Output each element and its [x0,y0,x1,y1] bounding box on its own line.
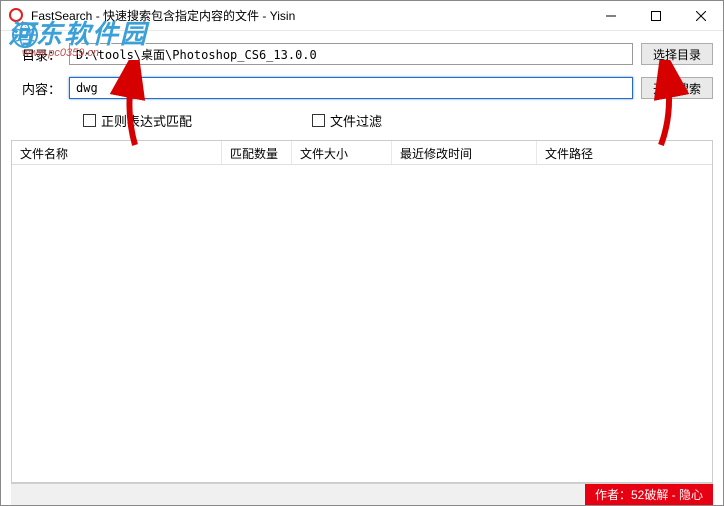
table-body[interactable] [12,165,712,482]
content-label: 内容： [11,79,61,98]
regex-checkbox-item[interactable]: 正则表达式匹配 [83,111,192,130]
minimize-icon [606,11,616,21]
window-controls [588,1,723,30]
content-input[interactable] [69,77,633,99]
column-mtime[interactable]: 最近修改时间 [392,141,537,164]
regex-checkbox[interactable] [83,114,96,127]
maximize-icon [651,11,661,21]
window-title: FastSearch - 快速搜索包含指定内容的文件 - Yisin [31,7,295,24]
status-credit: 作者：52破解 - 隐心 [585,484,713,505]
titlebar-left: FastSearch - 快速搜索包含指定内容的文件 - Yisin [1,7,295,24]
regex-checkbox-label: 正则表达式匹配 [101,111,192,130]
minimize-button[interactable] [588,1,633,30]
directory-label: 目录： [11,45,61,64]
directory-input[interactable] [69,43,633,65]
table-header: 文件名称 匹配数量 文件大小 最近修改时间 文件路径 [12,141,712,165]
column-filesize[interactable]: 文件大小 [292,141,392,164]
file-filter-checkbox-label: 文件过滤 [330,111,382,130]
column-match-count[interactable]: 匹配数量 [222,141,292,164]
maximize-button[interactable] [633,1,678,30]
choose-directory-button[interactable]: 选择目录 [641,43,713,65]
results-table: 文件名称 匹配数量 文件大小 最近修改时间 文件路径 [11,140,713,483]
options-row: 正则表达式匹配 文件过滤 [11,111,713,130]
directory-row: 目录： 选择目录 [11,43,713,65]
close-icon [696,11,706,21]
start-search-button[interactable]: 开始搜索 [641,77,713,99]
file-filter-checkbox[interactable] [312,114,325,127]
status-bar: 作者：52破解 - 隐心 [11,483,713,505]
client-area: 目录： 选择目录 内容： 开始搜索 正则表达式匹配 文件过滤 文件名称 匹配数量… [1,31,723,505]
close-button[interactable] [678,1,723,30]
column-path[interactable]: 文件路径 [537,141,712,164]
column-filename[interactable]: 文件名称 [12,141,222,164]
app-icon [9,8,25,24]
app-window: FastSearch - 快速搜索包含指定内容的文件 - Yisin 目录： 选… [1,1,723,505]
titlebar[interactable]: FastSearch - 快速搜索包含指定内容的文件 - Yisin [1,1,723,31]
content-row: 内容： 开始搜索 [11,77,713,99]
file-filter-checkbox-item[interactable]: 文件过滤 [312,111,382,130]
